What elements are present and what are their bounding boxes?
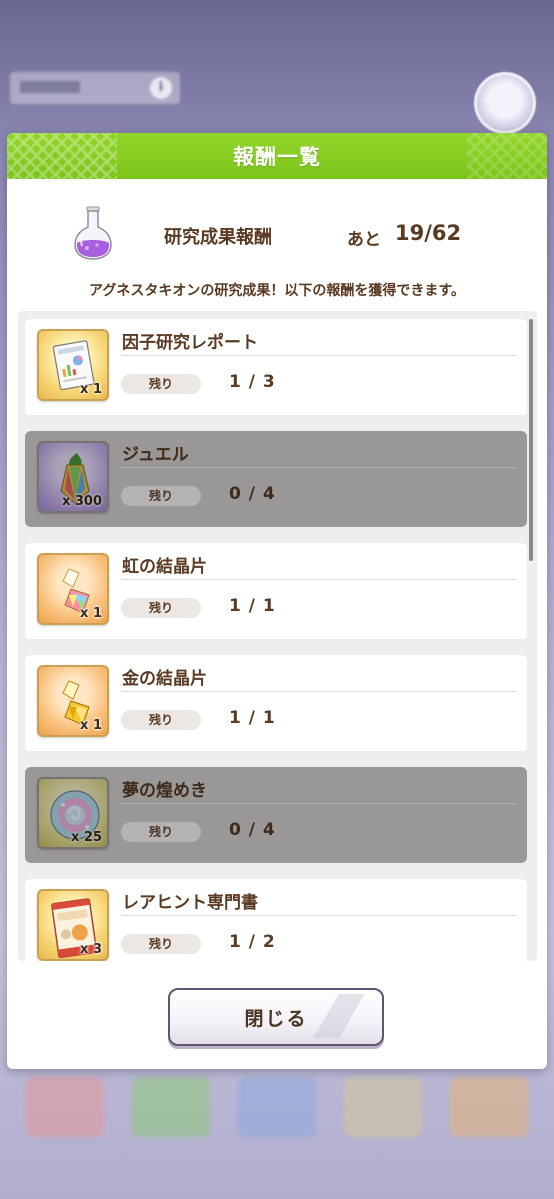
remaining-badge: 残り	[121, 710, 201, 730]
reward-item: x 1 因子研究レポート 残り 1 / 3	[25, 319, 527, 415]
remaining-value: 1 / 1	[229, 708, 276, 728]
remaining-count: 19/62	[395, 221, 462, 245]
dream-sparkle-icon: x 25	[37, 777, 109, 849]
reward-quantity: x 1	[80, 718, 102, 733]
info-icon: i	[150, 77, 172, 99]
dock-item-gacha	[344, 1077, 422, 1137]
bottom-dock	[12, 1072, 542, 1142]
remaining-value: 1 / 1	[229, 596, 276, 616]
remaining-badge: 残り	[121, 598, 201, 618]
dialog-header: 報酬一覧	[7, 133, 547, 179]
remaining-badge: 残り	[121, 934, 201, 954]
divider	[121, 579, 517, 580]
header-pattern	[467, 133, 547, 179]
remaining-prefix: あと	[347, 230, 381, 250]
reward-name: 因子研究レポート	[122, 333, 258, 353]
close-button[interactable]: 閉じる	[168, 988, 384, 1046]
reward-list[interactable]: x 1 因子研究レポート 残り 1 / 3 x 300 ジュエル 残り 0 / …	[18, 311, 537, 961]
jewel-icon: x 300	[37, 441, 109, 513]
research-tab-bar: i	[10, 72, 180, 104]
dock-item-menu	[450, 1077, 528, 1137]
close-button-label: 閉じる	[244, 1007, 308, 1030]
hint-book-icon: x 3	[37, 889, 109, 961]
reward-name: ジュエル	[122, 445, 189, 465]
report-icon: x 1	[37, 329, 109, 401]
reward-name: レアヒント専門書	[122, 893, 258, 913]
reward-item: x 1 金の結晶片 残り 1 / 1	[25, 655, 527, 751]
avatar	[474, 72, 536, 134]
reward-quantity: x 3	[80, 942, 102, 957]
reward-name: 金の結晶片	[122, 669, 207, 689]
remaining-badge: 残り	[121, 374, 201, 394]
summary-label: 研究成果報酬	[164, 227, 272, 248]
header-pattern	[7, 133, 117, 179]
dialog-title: 報酬一覧	[233, 145, 321, 169]
dock-item-home	[26, 1077, 104, 1137]
research-tab-label	[20, 81, 80, 93]
rainbow-crystal-icon: x 1	[37, 553, 109, 625]
dialog-description: アグネスタキオンの研究成果！以下の報酬を獲得できます。	[89, 283, 465, 299]
remaining-badge: 残り	[121, 486, 201, 506]
remaining-value: 1 / 2	[229, 932, 276, 952]
remaining-value: 0 / 4	[229, 484, 276, 504]
dock-item-race	[238, 1077, 316, 1137]
divider	[121, 467, 517, 468]
divider	[121, 355, 517, 356]
reward-item: x 300 ジュエル 残り 0 / 4	[25, 431, 527, 527]
flask-icon	[74, 206, 112, 260]
reward-summary: 研究成果報酬 あと 19/62	[7, 179, 547, 279]
reward-quantity: x 25	[70, 830, 102, 845]
rewards-dialog: 報酬一覧 研究成果報酬 あと 19/62 アグネスタキオンの研究成果！以下の報酬…	[7, 133, 547, 1069]
remaining-badge: 残り	[121, 822, 201, 842]
reward-item: x 3 レアヒント専門書 残り 1 / 2	[25, 879, 527, 961]
reward-name: 夢の煌めき	[122, 781, 207, 801]
reward-quantity: x 1	[80, 606, 102, 621]
reward-quantity: x 300	[61, 494, 102, 509]
reward-item: x 25 夢の煌めき 残り 0 / 4	[25, 767, 527, 863]
button-shine	[313, 994, 365, 1038]
remaining-value: 1 / 3	[229, 372, 276, 392]
reward-quantity: x 1	[80, 382, 102, 397]
divider	[121, 691, 517, 692]
remaining-value: 0 / 4	[229, 820, 276, 840]
divider	[121, 915, 517, 916]
dock-item-story	[132, 1077, 210, 1137]
reward-name: 虹の結晶片	[122, 557, 207, 577]
divider	[121, 803, 517, 804]
list-scrollbar[interactable]	[529, 319, 533, 561]
reward-item: x 1 虹の結晶片 残り 1 / 1	[25, 543, 527, 639]
gold-crystal-icon: x 1	[37, 665, 109, 737]
